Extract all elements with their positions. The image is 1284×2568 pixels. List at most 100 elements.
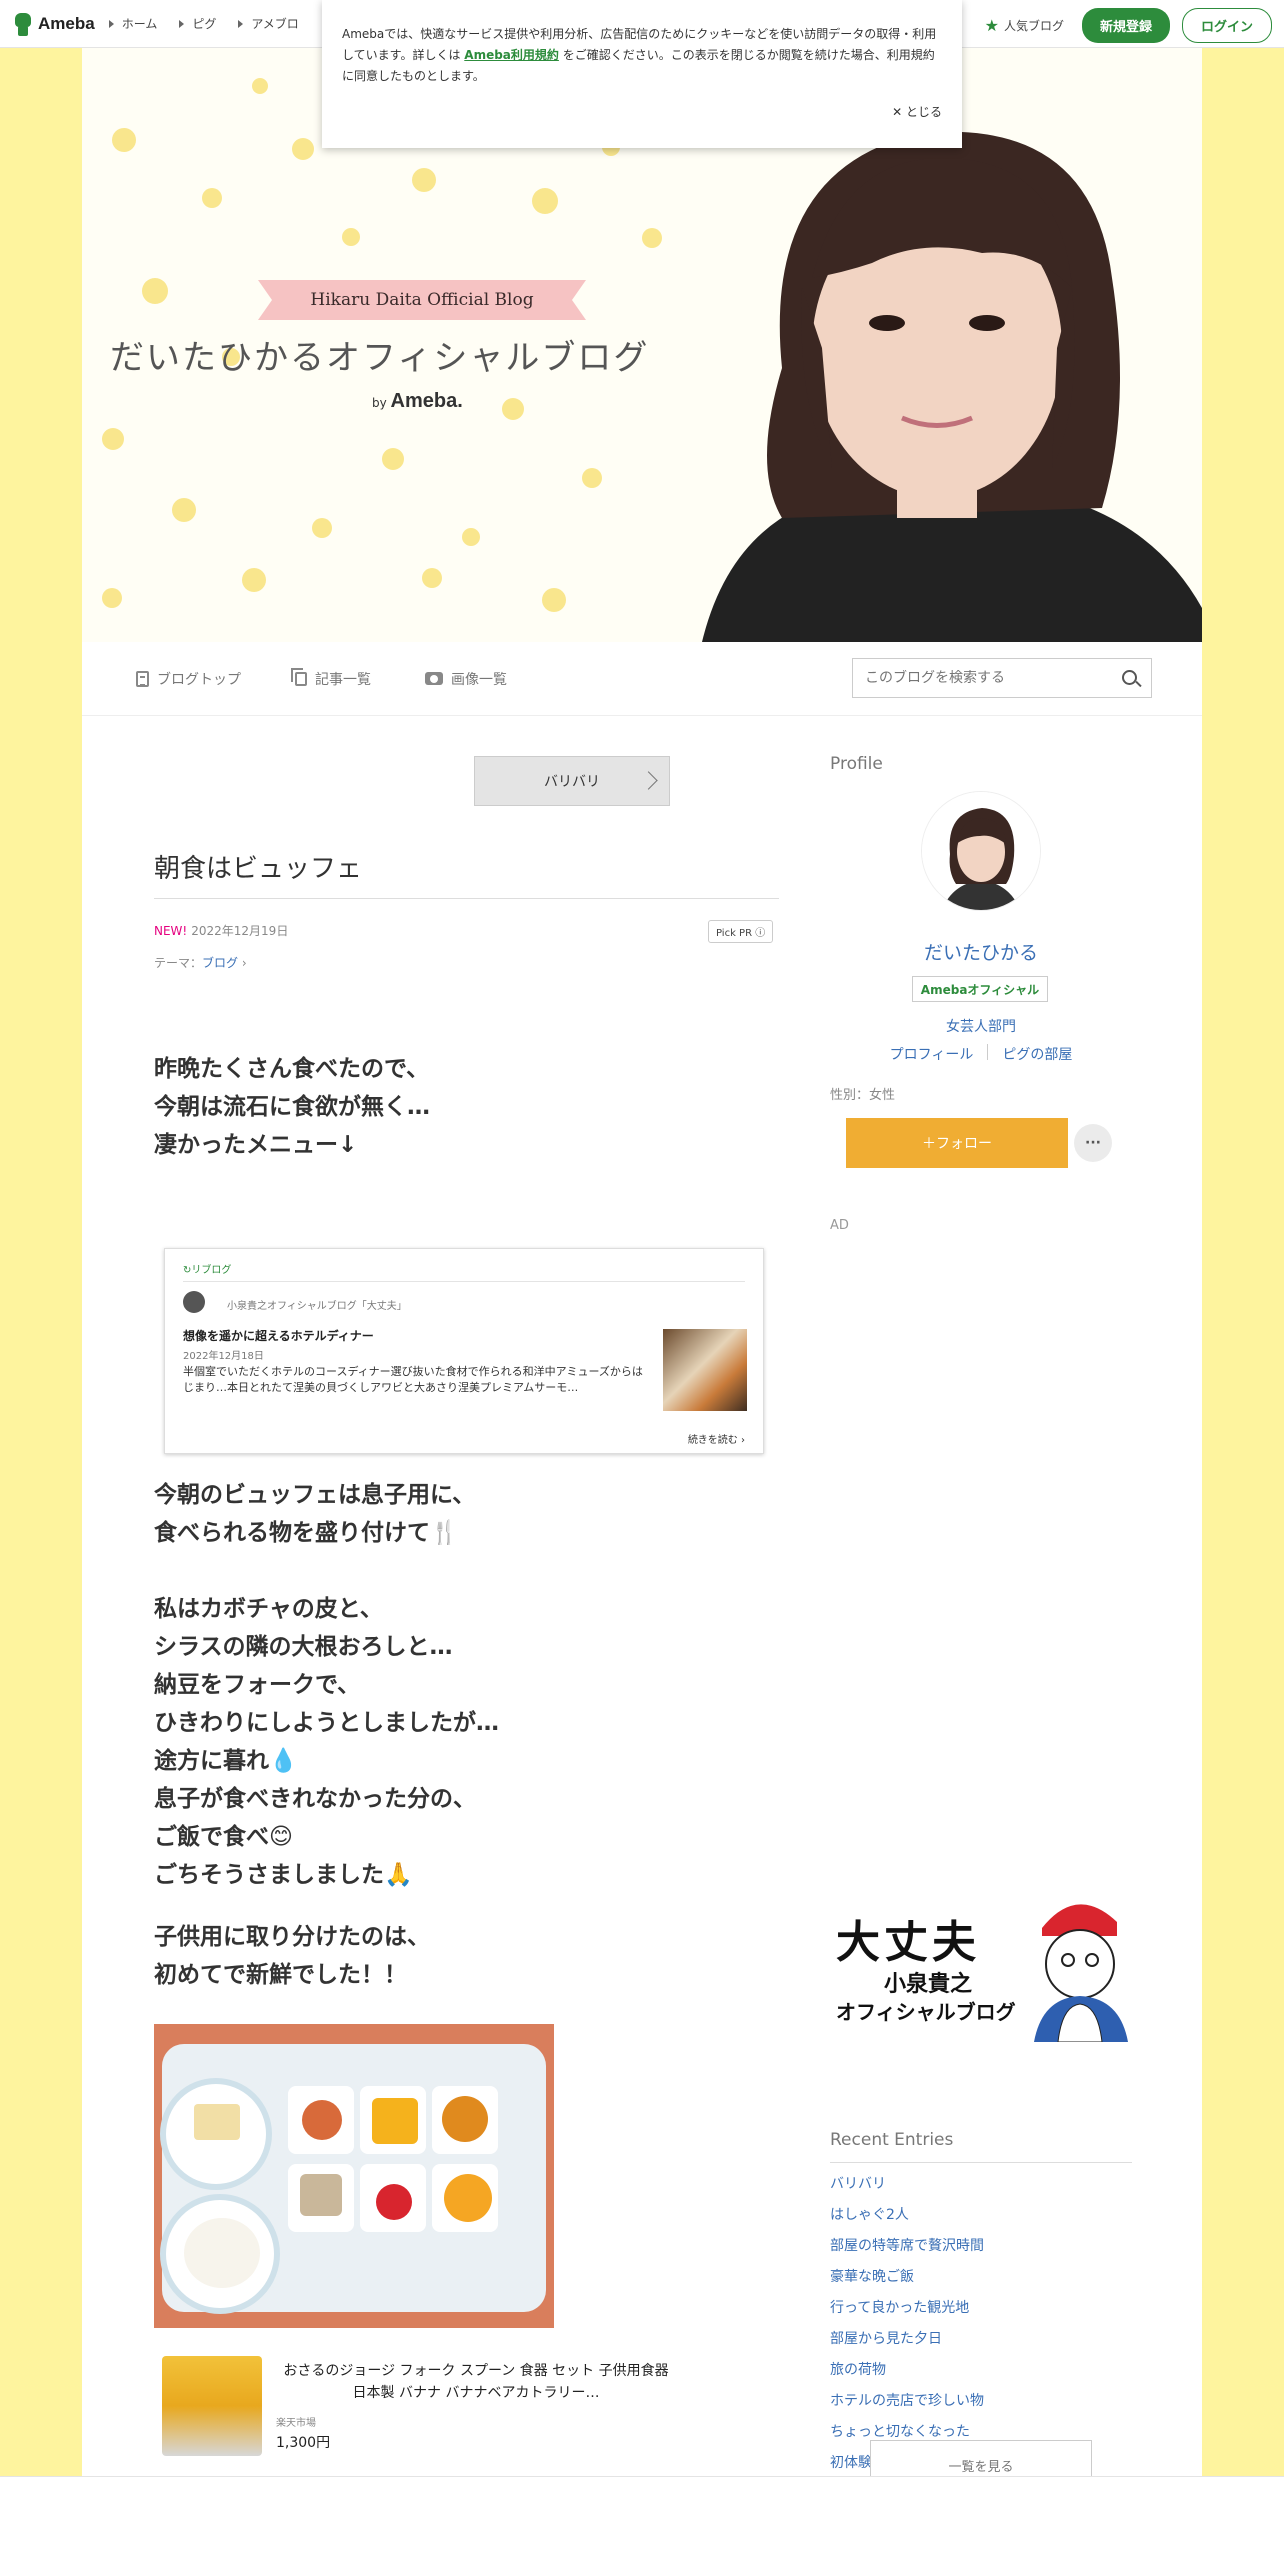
sidebar-blog-banner[interactable]: 大丈夫 小泉貴之 オフィシャルブログ bbox=[830, 1888, 1132, 2042]
reblog-card[interactable]: ↻リブログ 小泉貴之オフィシャルブログ「大丈夫」 想像を遥かに超えるホテルディナ… bbox=[164, 1248, 764, 1454]
reblog-title[interactable]: 想像を遥かに超えるホテルディナー bbox=[183, 1327, 374, 1344]
food-item bbox=[372, 2098, 418, 2144]
recent-entry-link[interactable]: 部屋から見た夕日 bbox=[830, 2329, 984, 2360]
product-price: 1,300円 bbox=[276, 2435, 331, 2451]
global-nav: ホーム ピグ アメブロ bbox=[108, 15, 299, 32]
nav-ameblo[interactable]: アメブロ bbox=[238, 15, 299, 32]
sidebar: Profile だいたひかる Amebaオフィシャル 女芸人部門 プロフィール … bbox=[830, 48, 1132, 2520]
text-line: 初めてで新鮮でした！！ bbox=[154, 1962, 407, 1988]
article-paragraph-2: 今朝のビュッフェは息子用に、 食べられる物を盛り付けて🍴 私はカボチャの皮と、 … bbox=[154, 1476, 499, 1894]
recent-entry-link[interactable]: 行って良かった観光地 bbox=[830, 2298, 984, 2329]
ad-label: AD bbox=[830, 1218, 849, 1233]
read-more-label: 続きを読む bbox=[687, 1435, 738, 1446]
recent-entries-list: バリバリ はしゃぐ2人 部屋の特等席で贅沢時間 豪華な晩ご飯 行って良かった観光… bbox=[830, 2174, 984, 2484]
article-paragraph-3: 子供用に取り分けたのは、 初めてで新鮮でした！！ bbox=[154, 1918, 430, 1994]
popular-blog-link[interactable]: ★ 人気ブログ bbox=[985, 16, 1064, 35]
article-meta: NEW! 2022年12月19日 bbox=[154, 922, 288, 939]
reblog-label-text: リブログ bbox=[191, 1265, 232, 1276]
cookie-notice: Amebaでは、快適なサービス提供や利用分析、広告配信のためにクッキーなどを使い… bbox=[322, 0, 962, 148]
cookie-close-label: とじる bbox=[905, 105, 942, 119]
prev-entry-button[interactable]: バリバリ bbox=[474, 756, 670, 806]
recent-entry-link[interactable]: 豪華な晩ご飯 bbox=[830, 2267, 984, 2298]
avatar bbox=[183, 1291, 205, 1313]
text-line: 昨晩たくさん食べたので、 bbox=[154, 1056, 430, 1082]
profile-category[interactable]: 女芸人部門 bbox=[830, 1016, 1132, 1036]
ameba-logo[interactable]: Ameba bbox=[12, 11, 95, 37]
product-name[interactable]: おさるのジョージ フォーク スプーン 食器 セット 子供用食器 日本製 バナナ … bbox=[276, 2360, 676, 2404]
banner-illustration bbox=[1034, 1904, 1128, 2042]
nav-pigg-label: ピグ bbox=[192, 17, 217, 31]
text-line: ごちそうさましました🙏 bbox=[154, 1862, 413, 1888]
divider bbox=[987, 1044, 989, 1060]
banner-name: 小泉貴之 bbox=[884, 1972, 973, 1997]
profile-links: プロフィール ピグの部屋 bbox=[830, 1044, 1132, 1064]
cookie-close-button[interactable]: ✕ とじる bbox=[892, 103, 942, 120]
popular-blog-label: 人気ブログ bbox=[1003, 19, 1064, 33]
star-icon: ★ bbox=[984, 16, 999, 35]
register-button[interactable]: 新規登録 bbox=[1081, 8, 1170, 43]
text-line: 私はカボチャの皮と、 bbox=[154, 1596, 383, 1622]
text-line: ひきわりにしようとしましたが… bbox=[154, 1710, 499, 1736]
food-item bbox=[442, 2096, 488, 2142]
recent-entry-link[interactable]: バリバリ bbox=[830, 2174, 984, 2205]
recent-entry-link[interactable]: はしゃぐ2人 bbox=[830, 2205, 984, 2236]
blog-container: Hikaru Daita Official Blog だいたひかるオフィシャルブ… bbox=[82, 48, 1202, 2520]
ameba-logo-text: Ameba bbox=[38, 13, 95, 33]
profile-gender: 性別：女性 bbox=[830, 1088, 896, 1103]
article-paragraph-1: 昨晩たくさん食べたので、 今朝は流石に食欲が無く… 凄かったメニュー↓ bbox=[154, 1050, 430, 1164]
recent-divider bbox=[830, 2162, 1132, 2163]
text-line: 今朝のビュッフェは息子用に、 bbox=[154, 1482, 476, 1508]
profile-link[interactable]: プロフィール bbox=[890, 1044, 974, 1064]
header-actions: ★ 人気ブログ 新規登録 ログイン bbox=[985, 8, 1272, 43]
arrow-right-icon bbox=[179, 19, 185, 28]
theme-link[interactable]: ブログ bbox=[202, 956, 238, 970]
text-line: ご飯で食べ😊 bbox=[154, 1824, 293, 1850]
text-line: シラスの隣の大根おろしと… bbox=[154, 1634, 453, 1660]
breakfast-photo[interactable] bbox=[154, 2024, 554, 2328]
bottom-bar bbox=[0, 2476, 1284, 2568]
arrow-right-icon bbox=[108, 19, 114, 28]
card-divider bbox=[183, 1281, 745, 1282]
article-theme: テーマ：ブログ › bbox=[154, 956, 247, 970]
profile-name[interactable]: だいたひかる bbox=[830, 938, 1132, 965]
nav-ameblo-label: アメブロ bbox=[251, 17, 299, 31]
ameba-logo-icon bbox=[12, 11, 34, 37]
reblog-date: 2022年12月18日 bbox=[183, 1351, 264, 1362]
more-options-button[interactable]: ··· bbox=[1074, 1124, 1112, 1162]
text-line: 凄かったメニュー↓ bbox=[154, 1132, 358, 1158]
food-item bbox=[302, 2100, 342, 2140]
profile-photo bbox=[922, 792, 1040, 910]
product-ad[interactable]: おさるのジョージ フォーク スプーン 食器 セット 子供用食器 日本製 バナナ … bbox=[154, 2348, 779, 2468]
pick-pr-button[interactable]: Pick PR ⓘ bbox=[708, 920, 774, 943]
text-line: 途方に暮れ💧 bbox=[154, 1748, 298, 1774]
recent-entry-link[interactable]: 部屋の特等席で贅沢時間 bbox=[830, 2236, 984, 2267]
follow-button[interactable]: ＋フォロー bbox=[846, 1118, 1068, 1168]
food-item bbox=[444, 2174, 492, 2222]
text-line: 食べられる物を盛り付けて🍴 bbox=[154, 1520, 459, 1546]
cookie-text: Amebaでは、快適なサービス提供や利用分析、広告配信のためにクッキーなどを使い… bbox=[342, 24, 942, 87]
profile-heading: Profile bbox=[830, 754, 883, 774]
right-background-band bbox=[1202, 48, 1284, 2520]
read-more-link[interactable]: 続きを読む › bbox=[688, 1431, 745, 1446]
nav-home[interactable]: ホーム bbox=[108, 15, 157, 32]
pigg-room-link[interactable]: ピグの部屋 bbox=[1002, 1044, 1072, 1064]
nav-pigg[interactable]: ピグ bbox=[179, 15, 216, 32]
arrow-right-icon bbox=[238, 19, 244, 28]
left-background-band bbox=[0, 48, 82, 2520]
text-line: 今朝は流石に食欲が無く… bbox=[154, 1094, 430, 1120]
recent-entry-link[interactable]: ホテルの売店で珍しい物 bbox=[830, 2391, 984, 2422]
recent-entries-heading: Recent Entries bbox=[830, 2130, 954, 2150]
article-title: 朝食はビュッフェ bbox=[154, 854, 363, 884]
food-item bbox=[194, 2104, 240, 2140]
terms-link[interactable]: Ameba利用規約 bbox=[464, 48, 559, 62]
recent-entry-link[interactable]: 旅の荷物 bbox=[830, 2360, 984, 2391]
profile-avatar[interactable] bbox=[922, 792, 1040, 910]
text-line bbox=[154, 1552, 499, 1590]
reblog-label: ↻リブログ bbox=[183, 1261, 231, 1276]
theme-label: テーマ： bbox=[154, 956, 203, 970]
new-badge: NEW! bbox=[154, 924, 188, 938]
login-button[interactable]: ログイン bbox=[1181, 8, 1272, 43]
article-column: バリバリ 朝食はビュッフェ NEW! 2022年12月19日 Pick PR ⓘ … bbox=[82, 48, 832, 2520]
food-item bbox=[300, 2174, 342, 2216]
text-line: 納豆をフォークで、 bbox=[154, 1672, 361, 1698]
